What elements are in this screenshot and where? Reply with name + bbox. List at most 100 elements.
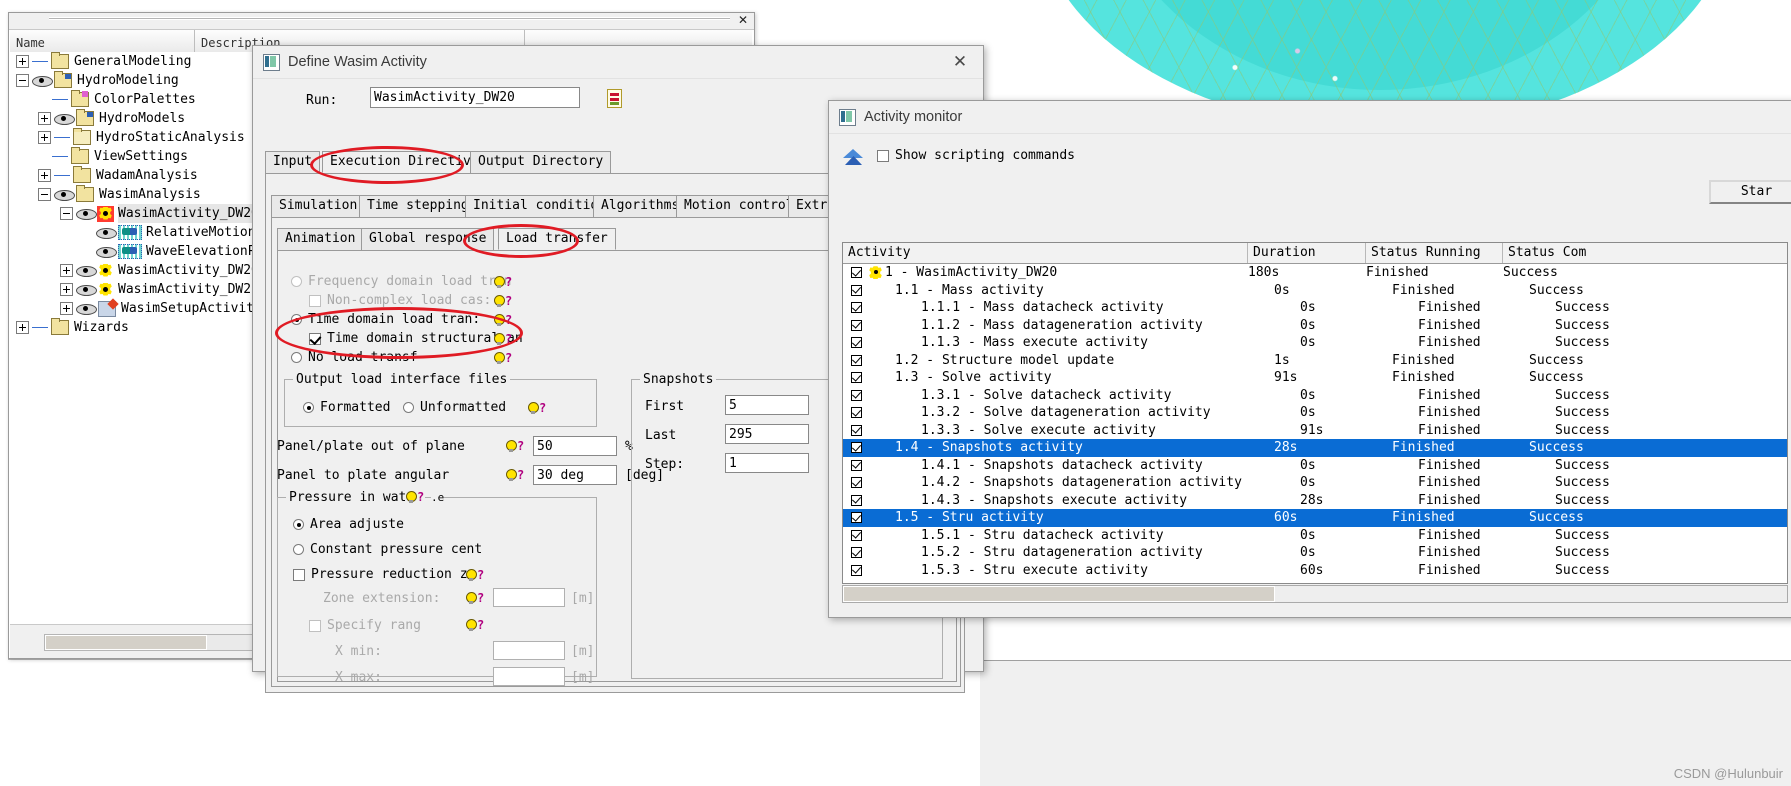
expand-icon[interactable]	[38, 112, 51, 125]
visibility-eye-icon[interactable]	[54, 113, 75, 125]
tab-input[interactable]: Input	[265, 151, 321, 173]
activity-row-checkbox[interactable]	[843, 389, 869, 401]
visibility-eye-icon[interactable]	[76, 284, 97, 296]
activity-row-checkbox[interactable]	[843, 494, 869, 506]
pressure-in-water-help[interactable]: ?	[405, 490, 425, 504]
no-load-transfer-help[interactable]: ?	[493, 351, 512, 365]
non-complex-load-checkbox[interactable]: Non-complex load cas:	[309, 293, 491, 308]
activity-row[interactable]: 1.5.3 - Stru execute activity 60s Finished…	[843, 562, 1787, 580]
activity-row[interactable]: 1.3 - Solve activity 91s Finished Success	[843, 369, 1787, 387]
activity-row-checkbox[interactable]	[843, 302, 869, 314]
browser-close-button[interactable]: ✕	[736, 14, 750, 28]
column-status-completion[interactable]: Status Com	[1503, 243, 1663, 263]
activity-row[interactable]: 1.4.1 - Snapshots datacheck activity 0s Fi…	[843, 457, 1787, 475]
visibility-eye-icon[interactable]	[54, 189, 75, 201]
area-adjusted-radio[interactable]: Area adjuste	[293, 517, 404, 532]
panel-to-plate-angular-input[interactable]: 30 deg	[533, 465, 617, 485]
activity-row-checkbox[interactable]	[843, 547, 869, 559]
activity-row[interactable]: 1.4.3 - Snapshots execute activity 28s Fin…	[843, 492, 1787, 510]
constant-pressure-radio[interactable]: Constant pressure cent	[293, 542, 482, 557]
visibility-eye-icon[interactable]	[32, 75, 53, 87]
column-status-running[interactable]: Status Running	[1366, 243, 1503, 263]
visibility-eye-icon[interactable]	[76, 303, 97, 315]
panel-plate-out-of-plane-input[interactable]: 50	[533, 436, 617, 456]
activity-row-checkbox[interactable]	[843, 424, 869, 436]
specify-range-checkbox[interactable]: Specify rang	[309, 618, 421, 633]
tab-animation[interactable]: Animation	[277, 228, 364, 250]
unformatted-radio[interactable]: Unformatted	[403, 400, 506, 415]
activity-row-checkbox[interactable]	[843, 319, 869, 331]
pressure-reduction-checkbox[interactable]: Pressure reduction z	[293, 567, 468, 582]
tab-load-transfer[interactable]: Load transfer	[498, 228, 616, 250]
expand-icon[interactable]	[38, 169, 51, 182]
activity-row[interactable]: 1.1 - Mass activity 0s Finished Success	[843, 282, 1787, 300]
time-domain-structural-help[interactable]: ?	[493, 332, 512, 346]
tab-execution-directives[interactable]: Execution Directives	[322, 151, 495, 173]
collapse-icon[interactable]	[38, 188, 51, 201]
tab-simulation[interactable]: Simulation	[271, 195, 366, 217]
activity-row[interactable]: 1.4 - Snapshots activity 28s Finished Succe…	[843, 439, 1787, 457]
tab-global-response[interactable]: Global response	[361, 228, 495, 250]
time-domain-structural-checkbox[interactable]: Time domain structural an	[309, 331, 523, 346]
zone-extension-input[interactable]	[493, 588, 565, 607]
activity-row[interactable]: 1.1.3 - Mass execute activity 0s Finished S…	[843, 334, 1787, 352]
activity-row[interactable]: 1.3.2 - Solve datageneration activity 0s F…	[843, 404, 1787, 422]
close-icon[interactable]: ✕	[943, 49, 977, 75]
visibility-eye-icon[interactable]	[96, 246, 117, 258]
visibility-eye-icon[interactable]	[76, 208, 97, 220]
formatted-radio[interactable]: Formatted	[303, 400, 390, 415]
document-import-icon[interactable]	[600, 85, 628, 112]
activity-row[interactable]: 1.1.2 - Mass datageneration activity 0s Fi…	[843, 317, 1787, 335]
expand-icon[interactable]	[60, 302, 73, 315]
expand-icon[interactable]	[38, 131, 51, 144]
tab-time-stepping[interactable]: Time stepping	[359, 195, 477, 217]
activity-row[interactable]: 1.5.2 - Stru datageneration activity 0s Fi…	[843, 544, 1787, 562]
activity-row[interactable]: 1.4.2 - Snapshots datageneration activit…	[843, 474, 1787, 492]
collapse-icon[interactable]	[16, 74, 29, 87]
tab-algorithms[interactable]: Algorithms	[593, 195, 688, 217]
dialog-titlebar[interactable]: Define Wasim Activity ✕	[253, 46, 983, 79]
expand-icon[interactable]	[16, 55, 29, 68]
non-complex-help[interactable]: ?	[493, 294, 512, 308]
tab-output-directory[interactable]: Output Directory	[470, 151, 612, 173]
visibility-eye-icon[interactable]	[96, 227, 117, 239]
activity-row[interactable]: 1 - WasimActivity_DW20 180s Finished Succes…	[843, 264, 1787, 282]
activity-row-checkbox[interactable]	[843, 564, 869, 576]
no-load-transfer-radio[interactable]: No load transf	[291, 350, 418, 365]
toolbar-grip[interactable]	[49, 17, 730, 23]
snapshots-last-input[interactable]: 295	[725, 424, 809, 444]
zone-extension-help[interactable]: ?	[465, 591, 484, 605]
expand-icon[interactable]	[16, 321, 29, 334]
activity-row[interactable]: 1.3.1 - Solve datacheck activity 0s Finish…	[843, 387, 1787, 405]
activity-table-hscrollbar[interactable]	[842, 585, 1788, 603]
expand-icon[interactable]	[60, 283, 73, 296]
x-max-input[interactable]	[493, 667, 565, 686]
visibility-eye-icon[interactable]	[76, 265, 97, 277]
column-duration[interactable]: Duration	[1248, 243, 1366, 263]
output-format-help[interactable]: ?	[527, 401, 546, 415]
activity-row[interactable]: 1.5 - Stru activity 60s Finished Success	[843, 509, 1787, 527]
show-scripting-commands-checkbox[interactable]: Show scripting commands	[877, 148, 1075, 163]
run-input[interactable]: WasimActivity_DW20	[370, 87, 580, 108]
tab-motion-control[interactable]: Motion control	[676, 195, 802, 217]
activity-row-checkbox[interactable]	[843, 512, 869, 524]
activity-row[interactable]: 1.5.1 - Stru datacheck activity 0s Finishe…	[843, 527, 1787, 545]
frequency-domain-radio[interactable]: Frequency domain load tran	[291, 274, 512, 289]
activity-row-checkbox[interactable]	[843, 354, 869, 366]
expand-icon[interactable]	[60, 264, 73, 277]
pressure-reduction-help[interactable]: ?	[465, 568, 484, 582]
panel-plate-help[interactable]: ?	[505, 439, 524, 453]
activity-row[interactable]: 1.3.3 - Solve execute activity 91s Finishe…	[843, 422, 1787, 440]
activity-table[interactable]: Activity Duration Status Running Status …	[842, 242, 1788, 584]
activity-table-body[interactable]: 1 - WasimActivity_DW20 180s Finished Succes…	[843, 264, 1787, 579]
x-min-input[interactable]	[493, 641, 565, 660]
collapse-icon[interactable]	[60, 207, 73, 220]
activity-row-checkbox[interactable]	[843, 442, 869, 454]
activity-row-checkbox[interactable]	[843, 407, 869, 419]
snapshots-first-input[interactable]: 5	[725, 395, 809, 415]
activity-row-checkbox[interactable]	[843, 477, 869, 489]
frequency-domain-help[interactable]: ?	[493, 275, 512, 289]
activity-row-checkbox[interactable]	[843, 267, 869, 279]
column-activity[interactable]: Activity	[843, 243, 1248, 263]
browser-column-name[interactable]: Name	[10, 30, 195, 52]
